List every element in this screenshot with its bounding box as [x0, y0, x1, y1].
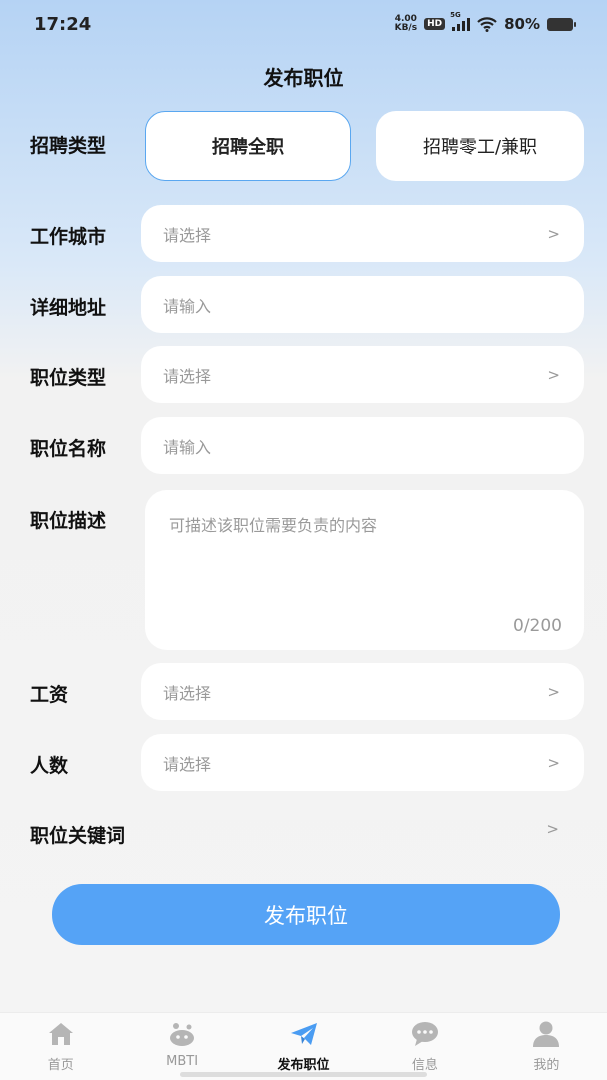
battery-percent: 80% — [504, 15, 540, 33]
tab-messages[interactable]: 信息 — [364, 1013, 485, 1080]
position-type-select[interactable]: 请选择 > — [141, 346, 584, 403]
mbti-icon — [170, 1023, 195, 1046]
position-name-input[interactable]: 请输入 — [141, 417, 584, 474]
description-textarea[interactable]: 可描述该职位需要负责的内容 0/200 — [145, 490, 584, 650]
salary-label: 工资 — [30, 684, 69, 706]
home-indicator[interactable] — [180, 1072, 427, 1077]
headcount-placeholder: 请选择 — [163, 754, 212, 774]
city-select[interactable]: 请选择 > — [141, 205, 584, 262]
description-placeholder: 可描述该职位需要负责的内容 — [169, 516, 378, 535]
recruit-parttime-button[interactable]: 招聘零工/兼职 — [376, 111, 584, 181]
address-input[interactable]: 请输入 — [141, 276, 584, 333]
wifi-icon — [477, 17, 497, 32]
city-placeholder: 请选择 — [163, 225, 212, 245]
headcount-label: 人数 — [30, 755, 69, 777]
tab-home[interactable]: 首页 — [0, 1013, 121, 1080]
network-speed: 4.00 KB/s — [394, 14, 418, 33]
keywords-label[interactable]: 职位关键词 — [30, 821, 125, 848]
send-icon — [290, 1023, 317, 1045]
chevron-right-icon: > — [547, 753, 560, 772]
salary-select[interactable]: 请选择 > — [141, 663, 584, 720]
position-type-placeholder: 请选择 — [163, 366, 212, 386]
status-time: 17:24 — [34, 14, 92, 35]
chevron-right-icon: > — [547, 224, 560, 243]
salary-placeholder: 请选择 — [163, 683, 212, 703]
tab-mbti[interactable]: MBTI — [121, 1013, 242, 1080]
user-icon — [533, 1021, 560, 1047]
description-label: 职位描述 — [30, 510, 107, 532]
status-bar: 17:24 4.00 KB/s HD 5G 80% — [0, 0, 607, 50]
position-type-label: 职位类型 — [30, 367, 107, 389]
status-icons: 4.00 KB/s HD 5G 80% — [394, 11, 576, 33]
hd-icon: HD — [424, 18, 446, 30]
chat-icon — [411, 1022, 438, 1046]
battery-icon — [547, 17, 576, 31]
position-name-label: 职位名称 — [30, 438, 107, 460]
submit-button[interactable]: 发布职位 — [52, 884, 560, 945]
keywords-chevron-icon[interactable]: > — [546, 820, 559, 838]
tab-profile[interactable]: 我的 — [486, 1013, 607, 1080]
page-title: 发布职位 — [263, 66, 344, 90]
recruit-type-label: 招聘类型 — [30, 135, 107, 157]
description-counter: 0/200 — [513, 616, 562, 636]
position-name-placeholder: 请输入 — [163, 437, 212, 457]
tab-post-job[interactable]: 发布职位 — [243, 1013, 364, 1080]
recruit-fulltime-button[interactable]: 招聘全职 — [145, 111, 351, 181]
home-icon — [48, 1023, 73, 1045]
headcount-select[interactable]: 请选择 > — [141, 734, 584, 791]
tab-bar: 首页 MBTI 发布职位 信息 我的 — [0, 1012, 607, 1080]
signal-icon: 5G — [450, 11, 471, 31]
city-label: 工作城市 — [30, 226, 107, 248]
address-label: 详细地址 — [30, 297, 107, 319]
address-placeholder: 请输入 — [163, 296, 212, 316]
chevron-right-icon: > — [547, 365, 560, 384]
chevron-right-icon: > — [547, 682, 560, 701]
